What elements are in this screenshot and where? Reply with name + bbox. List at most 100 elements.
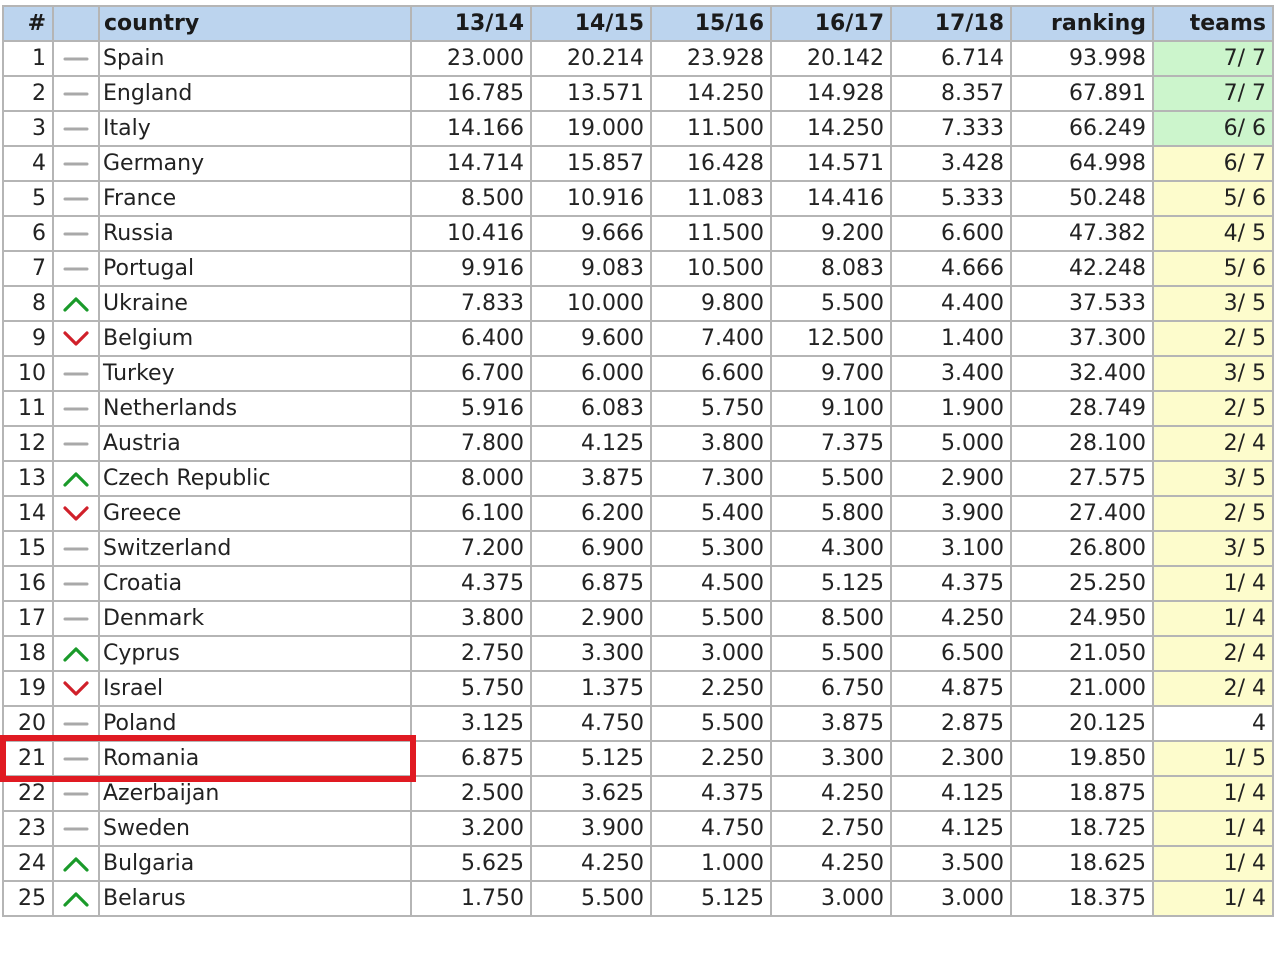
header-row: # country 13/14 14/15 15/16 16/17 17/18 … <box>2 5 1274 42</box>
table-row[interactable]: 1 Spain 23.000 20.214 23.928 20.142 6.714 93.99… <box>2 40 1274 77</box>
header-season-1617[interactable]: 16/17 <box>770 5 892 42</box>
season-1516-cell: 23.928 <box>650 40 772 77</box>
season-1516-cell: 3.000 <box>650 635 772 672</box>
country-cell[interactable]: Austria <box>98 425 412 462</box>
table-row[interactable]: 11 Netherlands 5.916 6.083 5.750 9.100 1.900 28… <box>2 390 1274 427</box>
season-1718-cell: 5.000 <box>890 425 1012 462</box>
header-season-1415[interactable]: 14/15 <box>530 5 652 42</box>
country-cell[interactable]: Czech Republic <box>98 460 412 497</box>
season-1314-cell: 7.800 <box>410 425 532 462</box>
season-1415-cell: 4.250 <box>530 845 652 882</box>
header-ranking[interactable]: ranking <box>1010 5 1154 42</box>
season-1415-cell: 15.857 <box>530 145 652 182</box>
country-cell[interactable]: Cyprus <box>98 635 412 672</box>
table-row[interactable]: 22 Azerbaijan 2.500 3.625 4.375 4.250 4.125 18.… <box>2 775 1274 812</box>
table-row[interactable]: 17 Denmark 3.800 2.900 5.500 8.500 4.250 24.950… <box>2 600 1274 637</box>
season-1718-cell: 3.500 <box>890 845 1012 882</box>
table-row[interactable]: 5 France 8.500 10.916 11.083 14.416 5.333 50.24… <box>2 180 1274 217</box>
season-1516-cell: 4.750 <box>650 810 772 847</box>
rank-cell: 23 <box>2 810 54 847</box>
table-row[interactable]: 25 Belarus 1.750 5.500 5.125 3.000 3.000 18.375… <box>2 880 1274 917</box>
ranking-cell: 25.250 <box>1010 565 1154 602</box>
season-1617-cell: 14.571 <box>770 145 892 182</box>
season-1516-cell: 9.800 <box>650 285 772 322</box>
country-cell[interactable]: Germany <box>98 145 412 182</box>
table-row[interactable]: 8 Ukraine 7.833 10.000 9.800 5.500 4.400 37.533… <box>2 285 1274 322</box>
country-cell[interactable]: Sweden <box>98 810 412 847</box>
country-cell[interactable]: Switzerland <box>98 530 412 567</box>
ranking-cell: 64.998 <box>1010 145 1154 182</box>
country-cell[interactable]: Croatia <box>98 565 412 602</box>
country-cell[interactable]: Turkey <box>98 355 412 392</box>
country-cell[interactable]: England <box>98 75 412 112</box>
header-season-1314[interactable]: 13/14 <box>410 5 532 42</box>
country-cell[interactable]: Romania <box>98 740 412 777</box>
country-cell[interactable]: Ukraine <box>98 285 412 322</box>
season-1415-cell: 6.900 <box>530 530 652 567</box>
season-1314-cell: 7.200 <box>410 530 532 567</box>
country-cell[interactable]: Netherlands <box>98 390 412 427</box>
season-1617-cell: 5.500 <box>770 460 892 497</box>
table-row[interactable]: 21 Romania 6.875 5.125 2.250 3.300 2.300 19.850… <box>2 740 1274 777</box>
rank-cell: 6 <box>2 215 54 252</box>
teams-cell: 3/ 5 <box>1152 530 1274 567</box>
season-1617-cell: 2.750 <box>770 810 892 847</box>
teams-cell: 7/ 7 <box>1152 40 1274 77</box>
table-row[interactable]: 20 Poland 3.125 4.750 5.500 3.875 2.875 20.125 4 <box>2 705 1274 742</box>
trend-same-icon <box>52 810 100 847</box>
table-row[interactable]: 24 Bulgaria 5.625 4.250 1.000 4.250 3.500 18.62… <box>2 845 1274 882</box>
country-cell[interactable]: Denmark <box>98 600 412 637</box>
country-cell[interactable]: Belgium <box>98 320 412 357</box>
header-season-1718[interactable]: 17/18 <box>890 5 1012 42</box>
country-cell[interactable]: Bulgaria <box>98 845 412 882</box>
table-row[interactable]: 14 Greece 6.100 6.200 5.400 5.800 3.900 27.400 2… <box>2 495 1274 532</box>
header-country[interactable]: country <box>98 5 412 42</box>
table-row[interactable]: 12 Austria 7.800 4.125 3.800 7.375 5.000 28.100… <box>2 425 1274 462</box>
table-row[interactable]: 2 England 16.785 13.571 14.250 14.928 8.357 67.… <box>2 75 1274 112</box>
season-1314-cell: 3.125 <box>410 705 532 742</box>
ranking-cell: 20.125 <box>1010 705 1154 742</box>
table-row[interactable]: 6 Russia 10.416 9.666 11.500 9.200 6.600 47.382… <box>2 215 1274 252</box>
table-row[interactable]: 19 Israel 5.750 1.375 2.250 6.750 4.875 21.000 2… <box>2 670 1274 707</box>
table-row[interactable]: 23 Sweden 3.200 3.900 4.750 2.750 4.125 18.725 1… <box>2 810 1274 847</box>
season-1617-cell: 9.200 <box>770 215 892 252</box>
table-row[interactable]: 15 Switzerland 7.200 6.900 5.300 4.300 3.100 26… <box>2 530 1274 567</box>
season-1718-cell: 3.000 <box>890 880 1012 917</box>
header-season-1516[interactable]: 15/16 <box>650 5 772 42</box>
country-cell[interactable]: Russia <box>98 215 412 252</box>
table-row[interactable]: 10 Turkey 6.700 6.000 6.600 9.700 3.400 32.400 3… <box>2 355 1274 392</box>
table-row[interactable]: 9 Belgium 6.400 9.600 7.400 12.500 1.400 37.300… <box>2 320 1274 357</box>
country-cell[interactable]: Portugal <box>98 250 412 287</box>
country-cell[interactable]: Azerbaijan <box>98 775 412 812</box>
season-1415-cell: 4.125 <box>530 425 652 462</box>
country-cell[interactable]: Belarus <box>98 880 412 917</box>
table-row[interactable]: 18 Cyprus 2.750 3.300 3.000 5.500 6.500 21.050 2… <box>2 635 1274 672</box>
season-1617-cell: 12.500 <box>770 320 892 357</box>
ranking-cell: 42.248 <box>1010 250 1154 287</box>
season-1718-cell: 4.400 <box>890 285 1012 322</box>
season-1617-cell: 5.800 <box>770 495 892 532</box>
teams-cell: 4 <box>1152 705 1274 742</box>
ranking-cell: 18.375 <box>1010 880 1154 917</box>
table-row[interactable]: 16 Croatia 4.375 6.875 4.500 5.125 4.375 25.250… <box>2 565 1274 602</box>
ranking-cell: 28.100 <box>1010 425 1154 462</box>
country-cell[interactable]: Spain <box>98 40 412 77</box>
teams-cell: 5/ 6 <box>1152 250 1274 287</box>
rank-cell: 5 <box>2 180 54 217</box>
country-cell[interactable]: Italy <box>98 110 412 147</box>
table-row[interactable]: 4 Germany 14.714 15.857 16.428 14.571 3.428 64.… <box>2 145 1274 182</box>
country-cell[interactable]: Israel <box>98 670 412 707</box>
country-cell[interactable]: France <box>98 180 412 217</box>
season-1314-cell: 2.750 <box>410 635 532 672</box>
country-cell[interactable]: Poland <box>98 705 412 742</box>
header-teams[interactable]: teams <box>1152 5 1274 42</box>
teams-cell: 5/ 6 <box>1152 180 1274 217</box>
table-row[interactable]: 7 Portugal 9.916 9.083 10.500 8.083 4.666 42.24… <box>2 250 1274 287</box>
country-cell[interactable]: Greece <box>98 495 412 532</box>
season-1718-cell: 2.900 <box>890 460 1012 497</box>
table-row[interactable]: 13 Czech Republic 8.000 3.875 7.300 5.500 2.90… <box>2 460 1274 497</box>
season-1516-cell: 7.400 <box>650 320 772 357</box>
season-1617-cell: 4.300 <box>770 530 892 567</box>
header-rank[interactable]: # <box>2 5 54 42</box>
table-row[interactable]: 3 Italy 14.166 19.000 11.500 14.250 7.333 66.24… <box>2 110 1274 147</box>
